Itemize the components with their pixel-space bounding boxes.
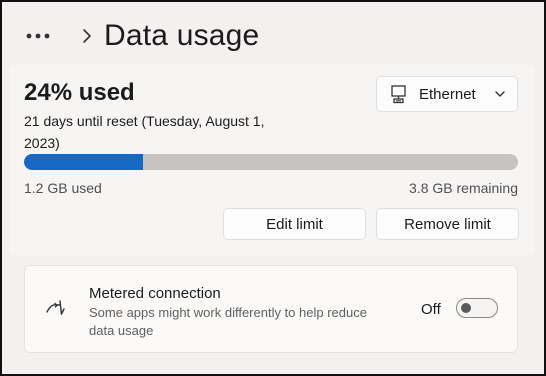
page-title: Data usage [104,19,260,52]
data-usage-card: 24% used 21 days until reset (Tuesday, A… [10,64,534,256]
used-amount-text: 1.2 GB used [24,180,102,196]
metered-connection-card: Metered connection Some apps might work … [24,265,518,353]
metered-connection-toggle[interactable] [456,298,498,318]
more-horizontal-icon [26,33,50,39]
network-select-label: Ethernet [419,85,476,103]
ethernet-icon [391,85,406,104]
usage-progress-bar [24,154,518,170]
metered-connection-description: Some apps might work differently to help… [89,305,367,338]
chevron-right-icon [83,29,91,43]
metered-toggle-state-label: Off [421,301,441,318]
settings-window: Data usage 24% used 21 days until reset … [0,0,546,376]
remove-limit-button[interactable]: Remove limit [376,208,519,240]
reset-info-text: 21 days until reset (Tuesday, August 1, … [24,113,265,151]
usage-progress-fill [24,154,143,170]
edit-limit-button[interactable]: Edit limit [223,208,366,240]
more-options-button[interactable] [26,19,60,53]
network-select-dropdown[interactable]: Ethernet [376,76,518,112]
metered-connection-icon [46,300,65,315]
chevron-down-icon [495,91,505,97]
breadcrumb: Data usage [26,16,259,56]
usage-percent-heading: 24% used [24,79,135,106]
breadcrumb-separator [72,19,102,53]
toggle-knob [461,303,471,313]
remaining-amount-text: 3.8 GB remaining [409,180,518,196]
metered-connection-title: Metered connection [89,285,221,302]
